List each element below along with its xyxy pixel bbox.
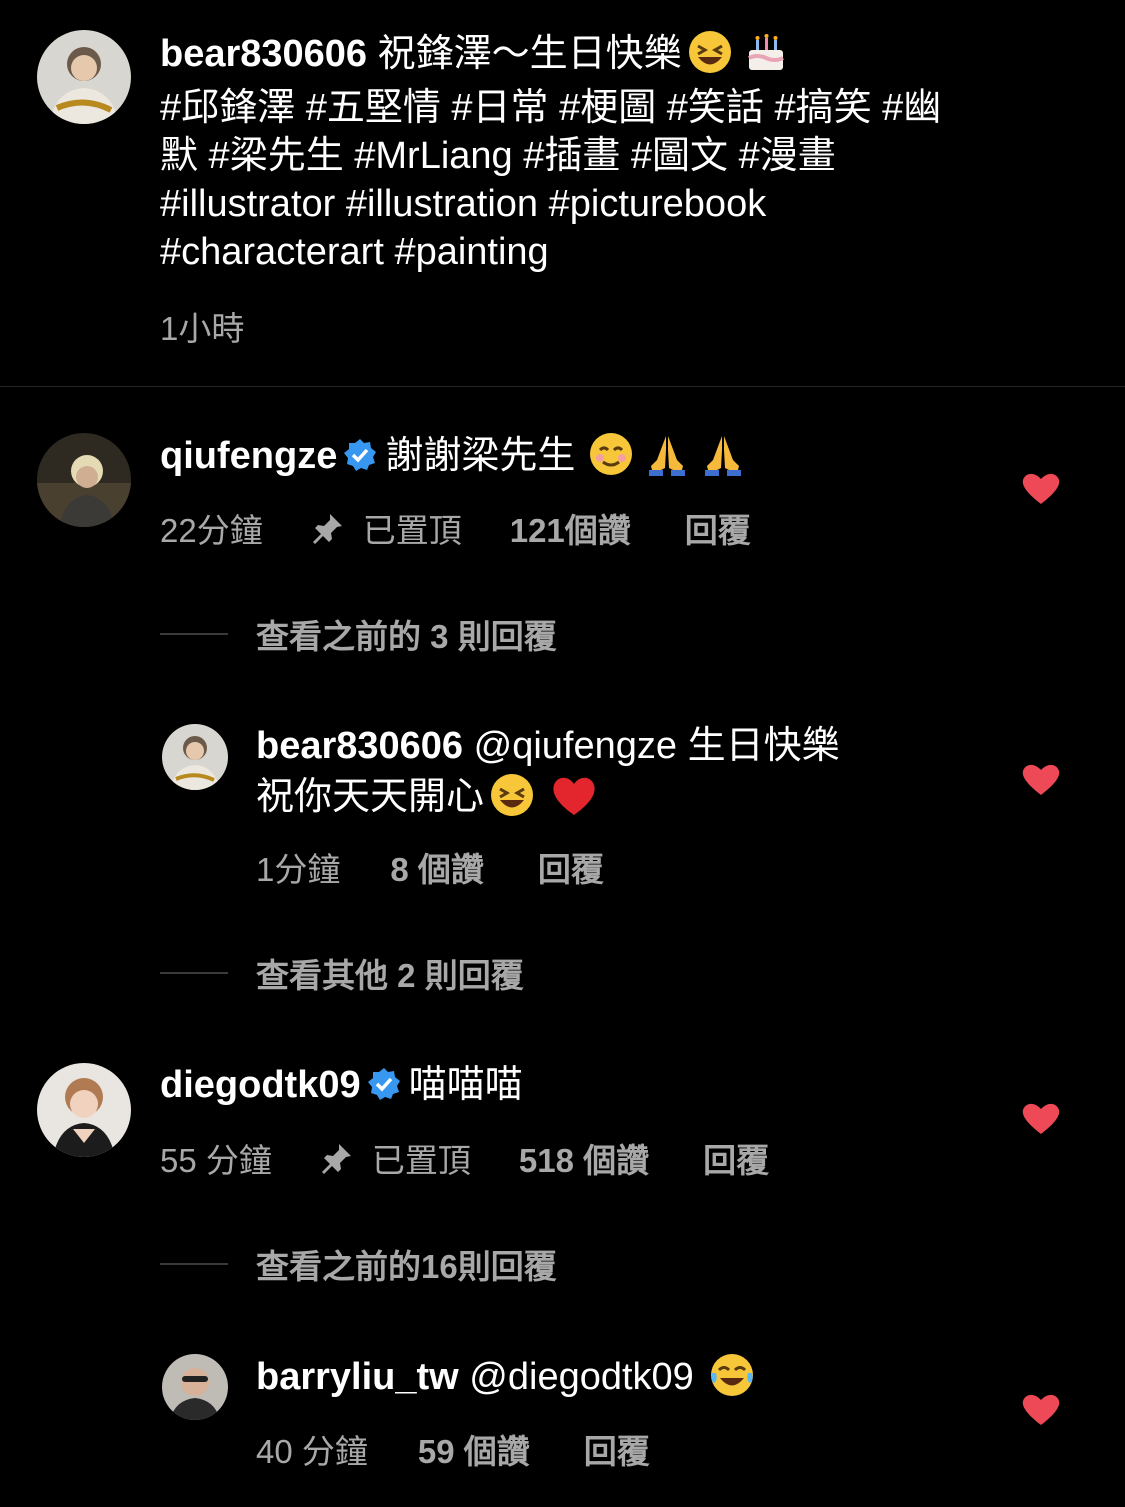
like-count[interactable]: 121個讚 <box>510 504 631 552</box>
verified-badge-icon <box>344 439 377 471</box>
like-heart-icon[interactable] <box>1022 1392 1060 1426</box>
like-heart-icon[interactable] <box>1022 1101 1060 1135</box>
comment-meta: 55 分鐘 已置頂 518 個讚 回覆 <box>160 1134 769 1182</box>
red-heart-icon <box>553 777 595 815</box>
comment-meta: 22分鐘 已置頂 121個讚 回覆 <box>160 504 751 552</box>
reply-mention[interactable]: @qiufengze <box>474 725 677 767</box>
divider <box>0 386 1125 387</box>
like-count[interactable]: 518 個讚 <box>519 1134 649 1182</box>
reply-button[interactable]: 回覆 <box>538 843 604 891</box>
view-more-replies[interactable]: 查看其他 2 則回覆 <box>160 953 524 994</box>
like-count[interactable]: 8 個讚 <box>390 843 484 891</box>
caption-hashtags-line[interactable]: #邱鋒澤 #五堅情 #日常 #梗圖 #笑話 #搞笑 #幽 <box>160 84 1080 132</box>
reply-button[interactable]: 回覆 <box>584 1425 650 1473</box>
comment-time: 22分鐘 <box>160 512 263 549</box>
reply-text: 祝你天天開心 <box>256 776 485 819</box>
comment-text: 謝謝梁先生 <box>385 435 576 478</box>
laughing-face-icon <box>688 31 731 73</box>
thread-line <box>160 633 228 635</box>
birthday-cake-icon <box>747 34 784 70</box>
pinned-label: 已置頂 <box>371 1142 471 1179</box>
folded-hands-icon <box>705 436 742 476</box>
pinned-label: 已置頂 <box>362 512 462 549</box>
reply-button[interactable]: 回覆 <box>703 1134 769 1182</box>
reply-avatar[interactable] <box>162 724 228 790</box>
caption-text: 祝鋒澤～生日快樂 <box>377 33 682 76</box>
comment-avatar[interactable] <box>37 1063 131 1157</box>
caption-hashtags-line[interactable]: #illustrator #illustration #picturebook <box>160 180 1080 228</box>
like-heart-icon[interactable] <box>1022 471 1060 505</box>
view-previous-replies[interactable]: 查看之前的 3 則回覆 <box>160 614 557 655</box>
comment-line: qiufengze 謝謝梁先生 <box>160 430 751 486</box>
folded-hands-icon <box>649 436 686 476</box>
reply-time: 1分鐘 <box>256 851 341 888</box>
caption-time: 1小時 <box>160 310 245 347</box>
reply-username[interactable]: bear830606 <box>256 725 463 767</box>
smiling-face-icon <box>590 433 633 475</box>
comment-line: diegodtk09 喵喵喵 <box>160 1060 523 1110</box>
reply-username[interactable]: barryliu_tw <box>256 1356 459 1398</box>
caption-avatar[interactable] <box>37 30 131 124</box>
caption-hashtags-line[interactable]: #characterart #painting <box>160 228 1080 276</box>
view-previous-replies[interactable]: 查看之前的16則回覆 <box>160 1244 557 1285</box>
pin-icon <box>321 1144 351 1174</box>
like-heart-icon[interactable] <box>1022 762 1060 796</box>
tears-of-joy-icon <box>710 1354 753 1396</box>
reply-button[interactable]: 回覆 <box>685 504 751 552</box>
verified-badge-icon <box>367 1067 400 1100</box>
comment-text: 喵喵喵 <box>408 1064 523 1106</box>
reply-time: 40 分鐘 <box>256 1433 368 1470</box>
reply-meta: 40 分鐘 59 個讚 回覆 <box>256 1425 650 1473</box>
reply-line: barryliu_tw @diegodtk09 <box>256 1351 760 1407</box>
view-replies-label[interactable]: 查看之前的 3 則回覆 <box>256 610 557 658</box>
like-count[interactable]: 59 個讚 <box>418 1425 530 1473</box>
comment-time: 55 分鐘 <box>160 1142 272 1179</box>
caption-username[interactable]: bear830606 <box>160 33 367 75</box>
comment-avatar[interactable] <box>37 433 131 527</box>
reply-body: bear830606 @qiufengze 生日快樂 祝你天天開心 <box>256 721 840 827</box>
reply-text: 生日快樂 <box>687 725 840 767</box>
pin-icon <box>312 514 342 544</box>
thread-line <box>160 972 228 974</box>
reply-mention[interactable]: @diegodtk09 <box>469 1356 694 1398</box>
view-replies-label[interactable]: 查看之前的16則回覆 <box>256 1240 557 1288</box>
caption-body: bear830606 祝鋒澤～生日快樂 #邱鋒澤 #五堅情 #日常 #梗圖 #笑… <box>160 28 1080 276</box>
caption-hashtags-line[interactable]: 默 #梁先生 #MrLiang #插畫 #圖文 #漫畫 <box>160 132 1080 180</box>
comment-username[interactable]: qiufengze <box>160 435 337 477</box>
reply-avatar[interactable] <box>162 1354 228 1420</box>
thread-line <box>160 1263 228 1265</box>
view-replies-label[interactable]: 查看其他 2 則回覆 <box>256 949 524 997</box>
comment-username[interactable]: diegodtk09 <box>160 1064 361 1106</box>
laughing-face-icon <box>491 774 534 816</box>
reply-meta: 1分鐘 8 個讚 回覆 <box>256 843 604 891</box>
